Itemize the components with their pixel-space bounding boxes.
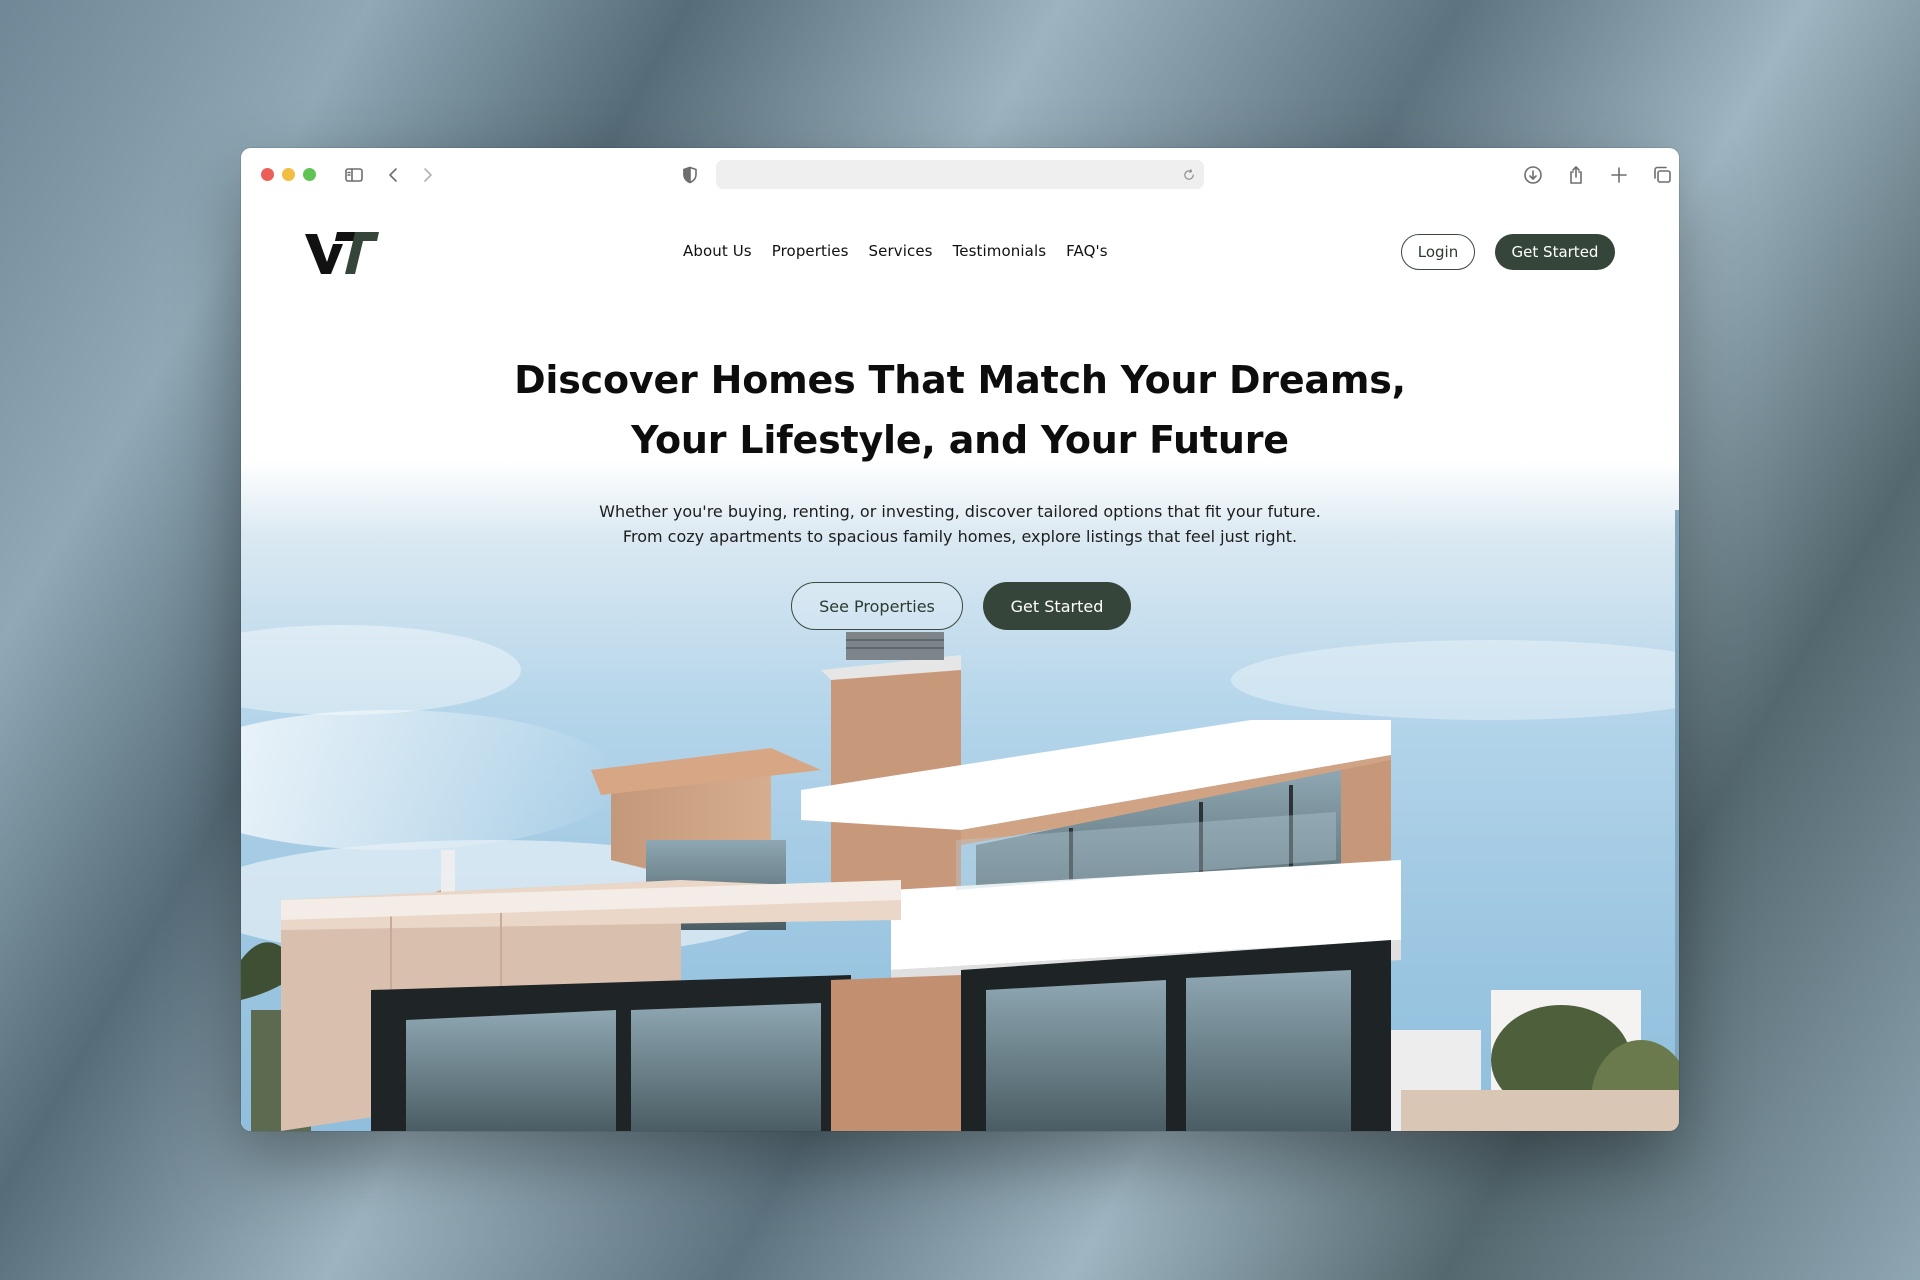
share-icon[interactable] (1563, 162, 1589, 188)
download-icon[interactable] (1520, 162, 1546, 188)
nav-faqs[interactable]: FAQ's (1066, 242, 1108, 260)
login-button[interactable]: Login (1401, 234, 1475, 270)
site-header: About Us Properties Services Testimonial… (241, 200, 1679, 310)
tabs-icon[interactable] (1649, 162, 1675, 188)
address-bar[interactable] (716, 160, 1204, 189)
hero-description-line-1: Whether you're buying, renting, or inves… (599, 502, 1321, 521)
hero-headline: Discover Homes That Match Your Dreams, Y… (241, 350, 1679, 470)
forward-icon[interactable] (414, 162, 440, 188)
close-window-button[interactable] (261, 168, 274, 181)
zoom-window-button[interactable] (303, 168, 316, 181)
hero-description-line-2: From cozy apartments to spacious family … (622, 527, 1298, 546)
back-icon[interactable] (381, 162, 407, 188)
hero-headline-line-1: Discover Homes That Match Your Dreams, (514, 358, 1406, 402)
browser-toolbar (241, 148, 1679, 200)
vt-logo[interactable] (303, 224, 381, 278)
see-properties-button[interactable]: See Properties (791, 582, 963, 630)
shield-icon[interactable] (677, 162, 703, 188)
hero-house-photo (241, 200, 1679, 1131)
browser-window: About Us Properties Services Testimonial… (241, 148, 1679, 1131)
reload-icon[interactable] (1179, 165, 1198, 184)
nav-properties[interactable]: Properties (772, 242, 849, 260)
nav-about-us[interactable]: About Us (683, 242, 752, 260)
hero-get-started-button[interactable]: Get Started (983, 582, 1131, 630)
new-tab-icon[interactable] (1606, 162, 1632, 188)
header-get-started-button[interactable]: Get Started (1495, 234, 1615, 270)
sidebar-icon[interactable] (341, 162, 367, 188)
main-nav: About Us Properties Services Testimonial… (683, 242, 1108, 260)
hero-headline-line-2: Your Lifestyle, and Your Future (631, 418, 1289, 462)
nav-testimonials[interactable]: Testimonials (953, 242, 1047, 260)
minimize-window-button[interactable] (282, 168, 295, 181)
hero-description: Whether you're buying, renting, or inves… (241, 499, 1679, 549)
nav-services[interactable]: Services (869, 242, 933, 260)
web-page: About Us Properties Services Testimonial… (241, 200, 1679, 1131)
